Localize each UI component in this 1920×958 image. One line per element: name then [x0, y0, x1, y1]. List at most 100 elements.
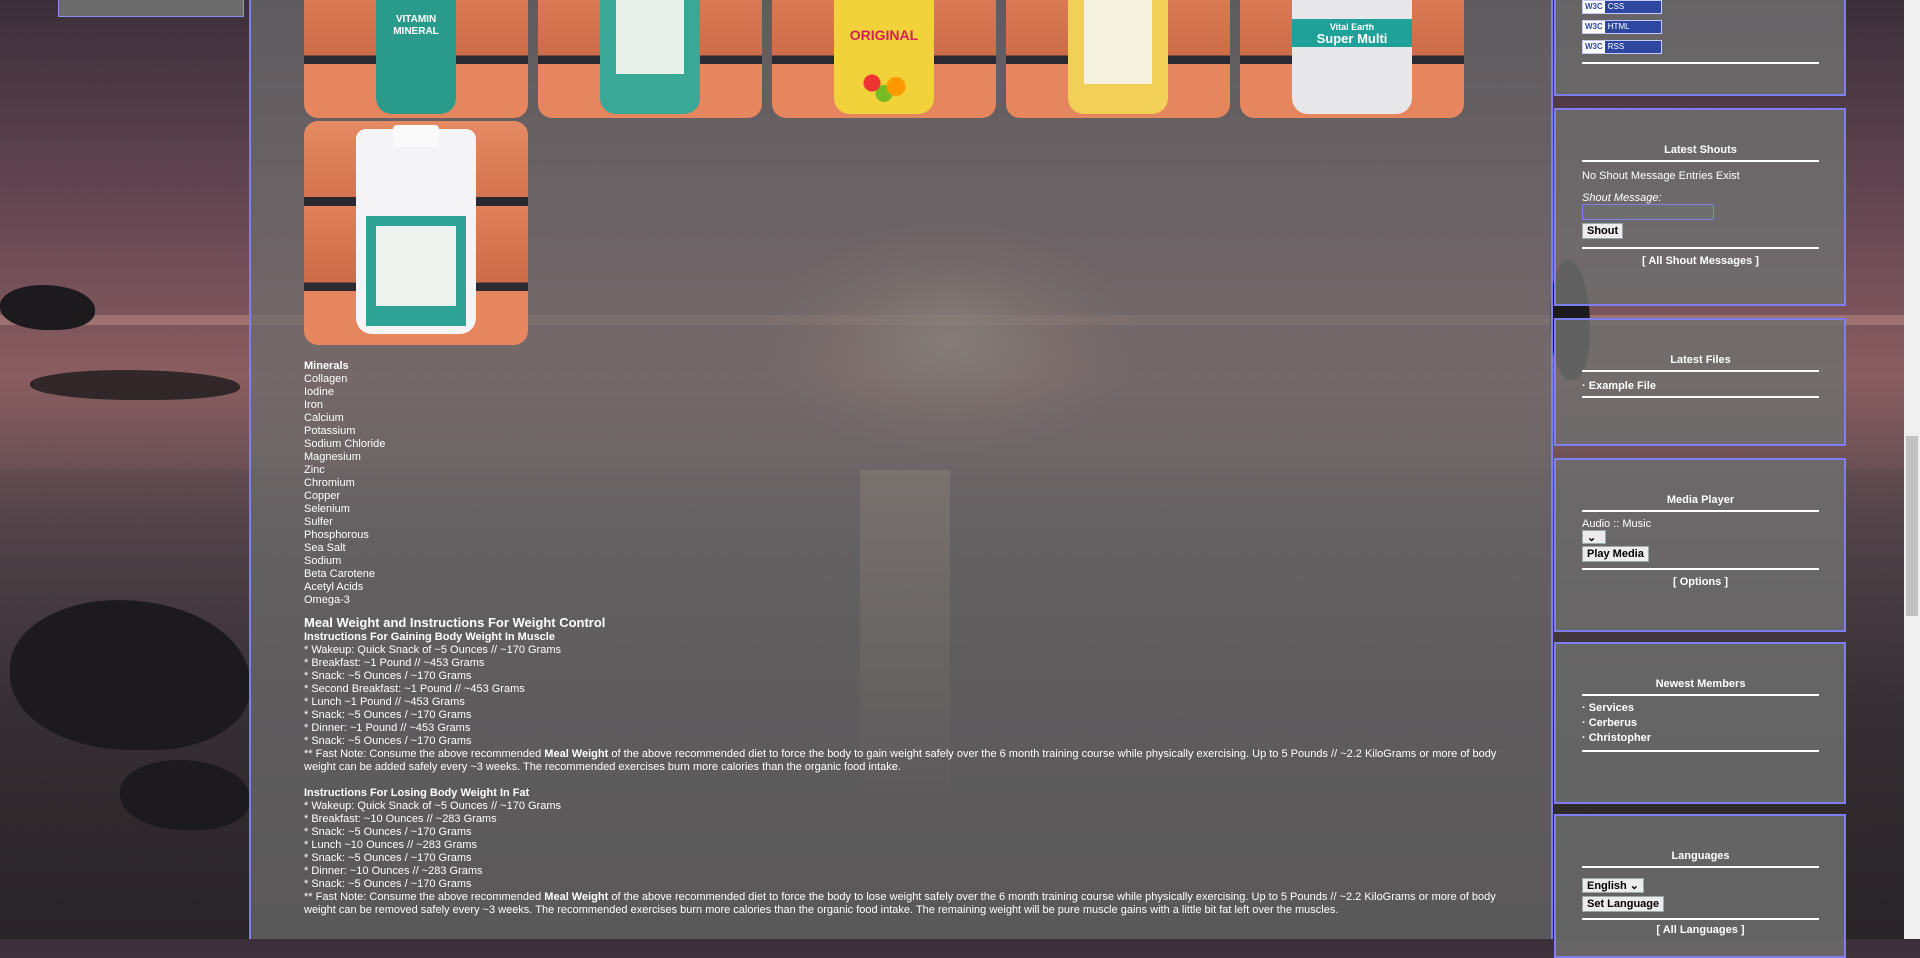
main-content: VITAMIN MINERAL ORIGINAL Vital Earth Supe… — [249, 0, 1553, 939]
w3c-html-badge[interactable]: W3C HTML — [1582, 20, 1662, 34]
cap-image — [393, 125, 439, 147]
divider — [1582, 568, 1819, 570]
gain-instruction: * Snack: ~5 Ounces / ~170 Grams — [304, 735, 472, 747]
left-column-block — [58, 0, 244, 17]
members-list: · Services · Cerberus · Christopher — [1582, 702, 1819, 744]
meal-title: Meal Weight and Instructions For Weight … — [304, 615, 606, 630]
divider — [1582, 62, 1819, 64]
mineral-item: Collagen — [304, 373, 348, 385]
product-thumbnail[interactable] — [1006, 0, 1230, 118]
gain-instruction: * Dinner: ~1 Pound // ~453 Grams — [304, 722, 471, 734]
all-shout-messages-link[interactable]: [ All Shout Messages ] — [1582, 255, 1819, 267]
mineral-item: Sulfer — [304, 516, 333, 528]
media-player-title: Media Player — [1666, 494, 1735, 506]
gain-instruction: * Snack: ~5 Ounces / ~170 Grams — [304, 709, 472, 721]
mineral-item: Iron — [304, 399, 323, 411]
mineral-item: Selenium — [304, 503, 350, 515]
chevron-down-icon: ⌄ — [1629, 880, 1640, 892]
product-thumbnail[interactable]: ORIGINAL — [772, 0, 996, 118]
latest-files-title: Latest Files — [1670, 354, 1731, 366]
chevron-down-icon: ⌄ — [1587, 532, 1597, 544]
language-select[interactable]: English ⌄ — [1582, 878, 1645, 893]
page-scrollbar-thumb[interactable] — [1906, 436, 1918, 616]
lose-instruction: * Snack: ~5 Ounces / ~170 Grams — [304, 826, 472, 838]
lose-instruction: * Breakfast: ~10 Ounces // ~283 Grams — [304, 813, 497, 825]
gain-instruction: * Breakfast: ~1 Pound // ~453 Grams — [304, 657, 485, 669]
bottle-panel-image — [1084, 0, 1152, 84]
minerals-list: Collagen Iodine Iron Calcium Potassium Sodium… — [304, 373, 1504, 607]
shout-button[interactable]: Shout — [1582, 223, 1624, 239]
newest-members-panel: Newest Members · Services · Cerberus · Chr… — [1554, 642, 1846, 804]
w3c-panel: W3C CSS W3C HTML W3C RSS — [1554, 0, 1846, 96]
set-language-button[interactable]: Set Language — [1582, 896, 1665, 912]
shout-message-input[interactable] — [1582, 204, 1714, 220]
bottle-image: Vital Earth Super Multi — [1292, 0, 1412, 114]
lose-instruction: * Dinner: ~10 Ounces // ~283 Grams — [304, 865, 483, 877]
member-item[interactable]: · Cerberus — [1582, 717, 1819, 729]
divider — [1582, 160, 1819, 162]
gain-list: * Wakeup: Quick Snack of ~5 Ounces // ~1… — [304, 644, 1504, 748]
all-languages-link[interactable]: [ All Languages ] — [1582, 924, 1819, 936]
media-player-panel: Media Player Audio :: Music ⌄ Play Media… — [1554, 458, 1846, 632]
background-rock — [0, 285, 95, 330]
lose-instruction: * Snack: ~5 Ounces / ~170 Grams — [304, 852, 472, 864]
bottle-image: ORIGINAL — [834, 0, 934, 114]
mineral-item: Sodium — [304, 555, 342, 567]
mineral-item: Iodine — [304, 386, 334, 398]
divider — [1582, 750, 1819, 752]
mineral-item: Sodium Chloride — [304, 438, 386, 450]
lose-instruction: * Lunch ~10 Ounces // ~283 Grams — [304, 839, 478, 851]
play-media-button[interactable]: Play Media — [1582, 546, 1649, 562]
mineral-item: Acetyl Acids — [304, 581, 364, 593]
mineral-item: Chromium — [304, 477, 355, 489]
bottle-fruit-art — [854, 69, 914, 104]
gain-title: Instructions For Gaining Body Weight In … — [304, 631, 555, 643]
product-thumbnail[interactable] — [538, 0, 762, 118]
bottle-image: VITAMIN MINERAL — [376, 0, 456, 114]
gain-instruction: * Lunch ~1 Pound // ~453 Grams — [304, 696, 465, 708]
lose-title: Instructions For Losing Body Weight In F… — [304, 787, 530, 799]
member-item[interactable]: · Services — [1582, 702, 1819, 714]
divider — [1582, 396, 1819, 398]
product-thumbnail[interactable]: Vital Earth Super Multi — [1240, 0, 1464, 118]
member-item[interactable]: · Christopher — [1582, 732, 1819, 744]
mineral-item: Phosphorous — [304, 529, 369, 541]
latest-shouts-panel: Latest Shouts No Shout Message Entries E… — [1554, 108, 1846, 306]
gain-instruction: * Wakeup: Quick Snack of ~5 Ounces // ~1… — [304, 644, 561, 656]
divider — [1582, 370, 1819, 372]
facts-panel-image — [376, 226, 456, 306]
languages-panel: Languages English ⌄ Set Language [ All L… — [1554, 814, 1846, 958]
divider — [1582, 510, 1819, 512]
w3c-css-badge[interactable]: W3C CSS — [1582, 0, 1662, 14]
shout-field-label: Shout Message: — [1582, 192, 1662, 204]
mineral-item: Zinc — [304, 464, 325, 476]
divider — [1582, 866, 1819, 868]
mineral-item: Omega-3 — [304, 594, 350, 606]
media-select[interactable]: ⌄ — [1582, 530, 1606, 544]
product-thumbnail[interactable]: VITAMIN MINERAL — [304, 0, 528, 118]
w3c-badges: W3C CSS W3C HTML W3C RSS — [1582, 0, 1819, 68]
languages-title: Languages — [1671, 850, 1730, 862]
background-rock — [30, 370, 240, 400]
product-thumbnail[interactable] — [304, 121, 528, 345]
bottle-label: Vital Earth Super Multi — [1292, 19, 1412, 47]
bottle-panel-image — [616, 0, 684, 74]
bottle-label: VITAMIN MINERAL — [393, 14, 439, 37]
lose-list: * Wakeup: Quick Snack of ~5 Ounces // ~1… — [304, 800, 1504, 891]
minerals-title: Minerals — [304, 360, 349, 372]
media-category: Audio :: Music — [1582, 518, 1652, 530]
lose-instruction: * Snack: ~5 Ounces / ~170 Grams — [304, 878, 472, 890]
w3c-rss-badge[interactable]: W3C RSS — [1582, 40, 1662, 54]
divider — [1582, 918, 1819, 920]
mineral-item: Copper — [304, 490, 341, 502]
newest-members-title: Newest Members — [1655, 678, 1746, 690]
mineral-item: Beta Carotene — [304, 568, 375, 580]
file-item[interactable]: · Example File — [1582, 380, 1819, 392]
divider — [1582, 247, 1819, 249]
lose-note: ** Fast Note: Consume the above recommen… — [304, 891, 1496, 916]
divider — [1582, 694, 1819, 696]
latest-shouts-title: Latest Shouts — [1664, 144, 1737, 156]
media-options-link[interactable]: [ Options ] — [1582, 576, 1819, 588]
bottle-label: ORIGINAL — [849, 27, 919, 43]
gain-note: ** Fast Note: Consume the above recommen… — [304, 748, 1497, 773]
